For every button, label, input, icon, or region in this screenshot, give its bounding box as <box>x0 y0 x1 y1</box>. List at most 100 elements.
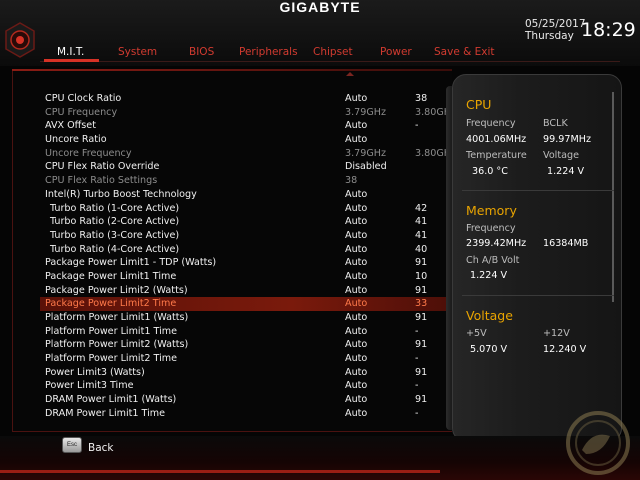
date-text: 05/25/2017 <box>525 18 586 30</box>
setting-label: Package Power Limit1 - TDP (Watts) <box>45 257 217 269</box>
setting-row-platform-power-limit1-watts[interactable]: Platform Power Limit1 (Watts) Auto 91 <box>40 311 460 325</box>
setting-current: 91 <box>415 284 428 296</box>
setting-label: CPU Flex Ratio Override <box>45 161 160 173</box>
setting-current: 42 <box>415 202 428 214</box>
setting-row-uncore-ratio[interactable]: Uncore Ratio Auto <box>40 133 460 147</box>
setting-label: Platform Power Limit2 (Watts) <box>45 339 189 351</box>
setting-value: 3.79GHz <box>345 147 387 159</box>
watermark-logo-icon <box>566 411 630 475</box>
setting-label: CPU Flex Ratio Settings <box>45 175 158 187</box>
setting-row-turbo-ratio-4core[interactable]: Turbo Ratio (4-Core Active) Auto 40 <box>40 243 460 257</box>
setting-label: Turbo Ratio (1-Core Active) <box>50 202 180 214</box>
memory-section-title: Memory <box>466 203 517 218</box>
setting-row-platform-power-limit2-time[interactable]: Platform Power Limit2 Time Auto - <box>40 352 460 366</box>
setting-label: Platform Power Limit2 Time <box>45 353 177 365</box>
tab-bar-divider <box>40 61 620 62</box>
setting-value: Auto <box>345 394 368 406</box>
tab-peripherals[interactable]: Peripherals <box>239 45 298 59</box>
setting-value: Auto <box>345 353 368 365</box>
voltage-section-title: Voltage <box>466 308 513 323</box>
panel-scrollbar[interactable] <box>612 92 614 302</box>
setting-row-turbo-ratio-3core[interactable]: Turbo Ratio (3-Core Active) Auto 41 <box>40 229 460 243</box>
tab-system[interactable]: System <box>118 45 157 59</box>
voltage-5v-value: 5.070 V <box>470 344 508 355</box>
setting-value: Disabled <box>345 161 387 173</box>
setting-row-cpu-flex-ratio-override[interactable]: CPU Flex Ratio Override Disabled <box>40 160 460 174</box>
bottom-accent-stripe <box>0 470 440 473</box>
setting-current: 38 <box>415 93 428 104</box>
setting-value: 38 <box>345 175 358 187</box>
memory-chab-volt-value: 1.224 V <box>470 270 508 281</box>
cpu-frequency-label: Frequency <box>466 118 516 129</box>
setting-row-turbo-ratio-1core[interactable]: Turbo Ratio (1-Core Active) Auto 42 <box>40 202 460 216</box>
cpu-temperature-value: 36.0 °C <box>472 166 508 177</box>
setting-row-platform-power-limit2-watts[interactable]: Platform Power Limit2 (Watts) Auto 91 <box>40 338 460 352</box>
cpu-section-title: CPU <box>466 97 492 112</box>
back-button[interactable]: Back <box>88 442 114 454</box>
setting-row-dram-power-limit1-time[interactable]: DRAM Power Limit1 Time Auto - <box>40 407 460 421</box>
setting-current: 91 <box>415 339 428 351</box>
setting-label: Platform Power Limit1 Time <box>45 325 177 337</box>
setting-value: Auto <box>345 257 368 269</box>
tab-mit[interactable]: M.I.T. <box>57 45 84 59</box>
setting-current: 33 <box>415 298 428 310</box>
setting-value: Auto <box>345 325 368 337</box>
setting-row-turbo-ratio-2core[interactable]: Turbo Ratio (2-Core Active) Auto 41 <box>40 215 460 229</box>
setting-current: 91 <box>415 257 428 269</box>
tab-power[interactable]: Power <box>380 45 412 59</box>
cpu-voltage-label: Voltage <box>543 150 579 161</box>
setting-current: - <box>415 407 419 419</box>
setting-label: Package Power Limit2 (Watts) <box>45 284 188 296</box>
setting-current: 91 <box>415 312 428 323</box>
gigabyte-eye-logo-icon <box>5 22 35 58</box>
setting-value: Auto <box>345 298 368 310</box>
setting-row-turbo-boost[interactable]: Intel(R) Turbo Boost Technology Auto <box>40 188 460 202</box>
setting-value: Auto <box>345 284 368 296</box>
setting-label: Power Limit3 (Watts) <box>45 366 145 378</box>
memory-size-value: 16384MB <box>543 238 589 249</box>
setting-value: Auto <box>345 366 368 378</box>
setting-value: Auto <box>345 312 368 323</box>
brand-logo-text: GIGABYTE <box>279 0 361 15</box>
esc-key-icon[interactable]: Esc <box>62 437 82 453</box>
setting-row-power-limit3-watts[interactable]: Power Limit3 (Watts) Auto 91 <box>40 366 460 380</box>
setting-label: Turbo Ratio (2-Core Active) <box>50 216 180 228</box>
setting-row-cpu-clock-ratio[interactable]: CPU Clock Ratio Auto 38 <box>40 92 460 106</box>
setting-label: CPU Frequency <box>45 106 118 118</box>
setting-label: Uncore Frequency <box>45 147 132 159</box>
setting-current: - <box>415 325 419 337</box>
cpu-frequency-value: 4001.06MHz <box>466 134 527 145</box>
memory-frequency-label: Frequency <box>466 223 516 234</box>
setting-row-avx-offset[interactable]: AVX Offset Auto - <box>40 119 460 133</box>
setting-label: Package Power Limit1 Time <box>45 270 177 282</box>
setting-label: Power Limit3 Time <box>45 380 134 392</box>
tab-chipset[interactable]: Chipset <box>313 45 353 59</box>
tab-bios[interactable]: BIOS <box>189 45 214 59</box>
setting-row-pkg-power-limit1-time[interactable]: Package Power Limit1 Time Auto 10 <box>40 270 460 284</box>
scroll-up-arrow-icon[interactable] <box>346 72 354 76</box>
voltage-5v-label: +5V <box>466 328 487 339</box>
setting-row-dram-power-limit1-watts[interactable]: DRAM Power Limit1 (Watts) Auto 91 <box>40 393 460 407</box>
setting-value: Auto <box>345 339 368 351</box>
tab-save-exit[interactable]: Save & Exit <box>434 45 495 59</box>
date-display: 05/25/2017 Thursday <box>525 18 586 42</box>
cpu-voltage-value: 1.224 V <box>547 166 585 177</box>
setting-row-pkg-power-limit2-time-selected[interactable]: Package Power Limit2 Time Auto 33 <box>40 297 460 311</box>
setting-current: 91 <box>415 366 428 378</box>
setting-label: Uncore Ratio <box>45 134 107 146</box>
voltage-12v-label: +12V <box>543 328 570 339</box>
setting-current: - <box>415 380 419 392</box>
setting-value: Auto <box>345 202 368 214</box>
setting-value: Auto <box>345 243 368 255</box>
setting-row-pkg-power-limit1-tdp[interactable]: Package Power Limit1 - TDP (Watts) Auto 91 <box>40 256 460 270</box>
setting-current: 41 <box>415 229 428 241</box>
setting-row-cpu-frequency: CPU Frequency 3.79GHz 3.80GHz <box>40 106 460 120</box>
setting-value: Auto <box>345 229 368 241</box>
setting-label: Turbo Ratio (4-Core Active) <box>50 243 180 255</box>
setting-label: DRAM Power Limit1 (Watts) <box>45 394 177 406</box>
setting-label: AVX Offset <box>45 120 96 132</box>
clock-time: 18:29 <box>581 19 636 41</box>
setting-row-platform-power-limit1-time[interactable]: Platform Power Limit1 Time Auto - <box>40 325 460 339</box>
setting-row-pkg-power-limit2-watts[interactable]: Package Power Limit2 (Watts) Auto 91 <box>40 284 460 298</box>
setting-row-power-limit3-time[interactable]: Power Limit3 Time Auto - <box>40 379 460 393</box>
